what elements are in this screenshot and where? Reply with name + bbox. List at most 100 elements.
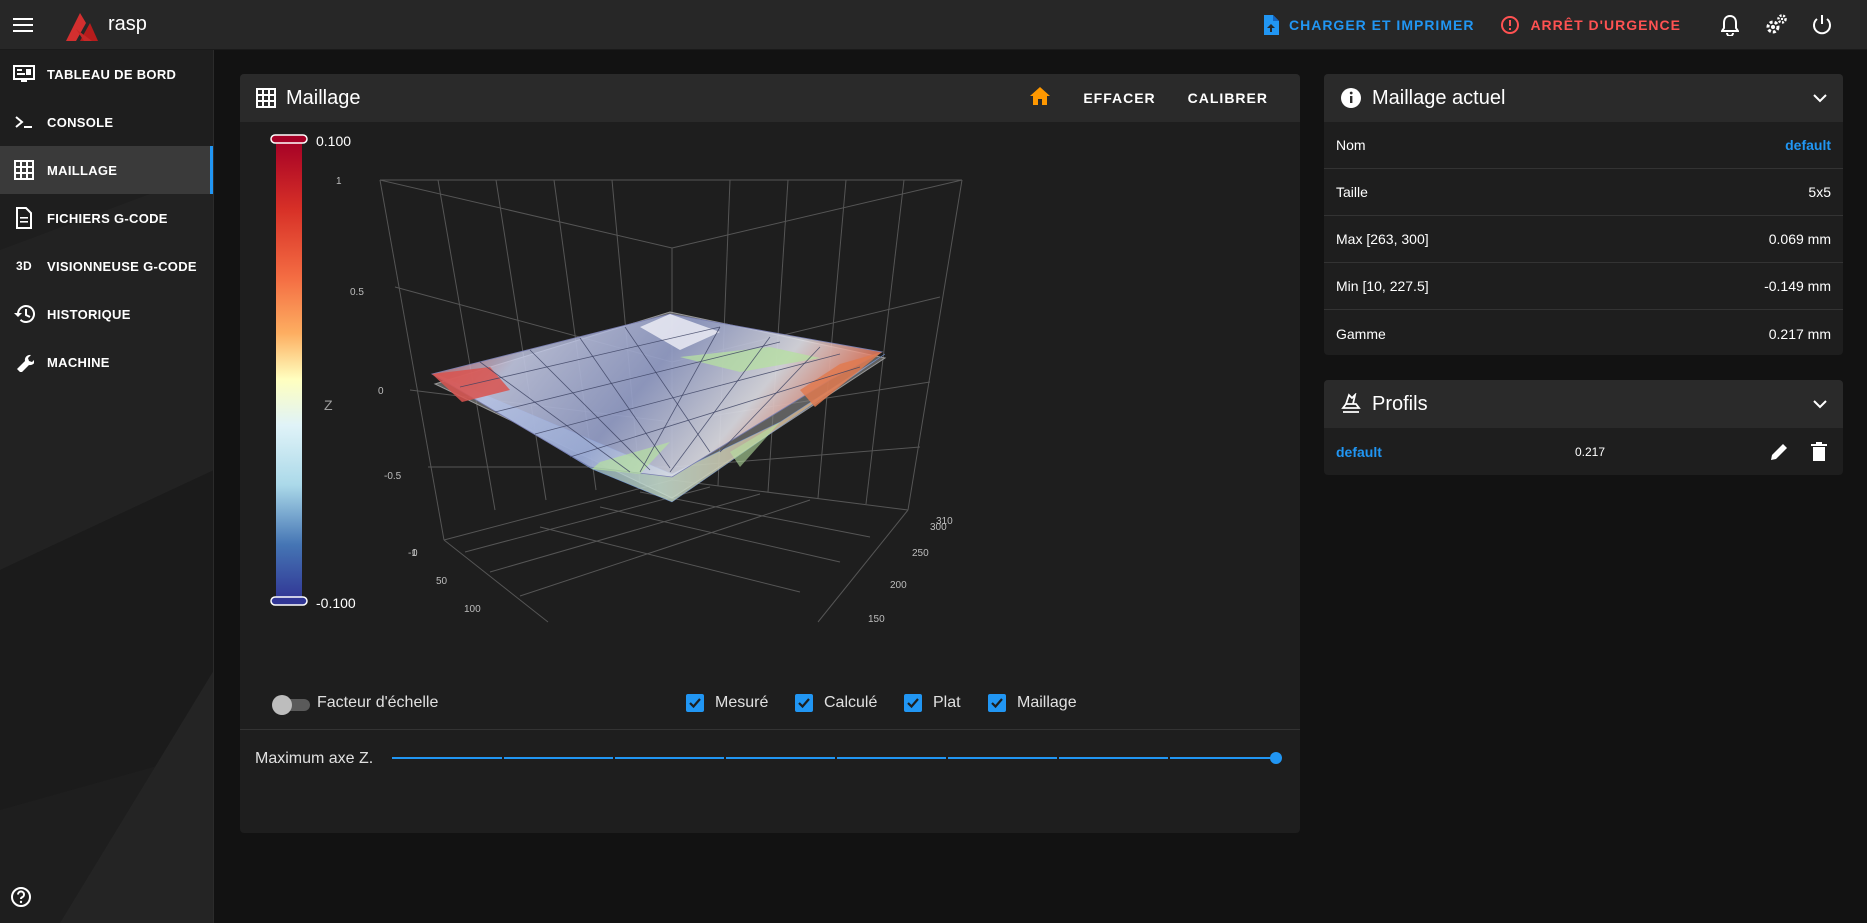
profile-row: default 0.217 — [1324, 428, 1843, 475]
checkbox-flat[interactable]: Plat — [904, 694, 961, 712]
layers-stack-icon — [1341, 393, 1361, 413]
menu-icon[interactable] — [0, 0, 46, 50]
app-title: rasp — [108, 13, 147, 35]
colorbar — [276, 140, 302, 600]
info-value: 5x5 — [1808, 184, 1831, 200]
x-tick-label: 0 — [412, 548, 418, 559]
info-icon — [1341, 88, 1361, 108]
grid-icon — [256, 88, 276, 108]
checkbox-label: Maillage — [1017, 694, 1077, 711]
current-mesh-title: Maillage actuel — [1372, 86, 1506, 109]
profile-name-link[interactable]: default — [1336, 444, 1382, 460]
check-icon — [904, 694, 922, 712]
profiles-title: Profils — [1372, 392, 1428, 415]
chevron-down-icon[interactable] — [1813, 399, 1827, 409]
info-label: Max [263, 300] — [1336, 231, 1429, 247]
y-tick-label: 150 — [868, 614, 885, 625]
info-label: Min [10, 227.5] — [1336, 278, 1429, 294]
z-tick-label: 0 — [378, 386, 384, 397]
power-icon[interactable] — [1799, 0, 1845, 50]
info-row-max: Max [263, 300] 0.069 mm — [1324, 216, 1843, 263]
mesh-panel: Maillage EFFACER CALIBRER 0.100 -0.100 1… — [240, 74, 1300, 833]
slider-thumb[interactable] — [1270, 752, 1282, 764]
sidebar-item-mesh[interactable]: MAILLAGE — [0, 146, 213, 194]
mesh-options-bar: Facteur d'échelle Mesuré Calculé Plat Ma… — [240, 679, 1300, 729]
calibrate-button[interactable]: CALIBRER — [1172, 90, 1284, 106]
sidebar-item-console[interactable]: CONSOLE — [0, 98, 213, 146]
y-tick-label: 250 — [912, 548, 929, 559]
sidebar-item-label: CONSOLE — [47, 114, 114, 130]
z-tick-label: 1 — [336, 176, 342, 187]
chevron-down-icon[interactable] — [1813, 93, 1827, 103]
sidebar-item-dashboard[interactable]: TABLEAU DE BORD — [0, 50, 213, 98]
y-tick-label: 200 — [890, 580, 907, 591]
trash-icon[interactable] — [1811, 441, 1827, 462]
sidebar-item-history[interactable]: HISTORIQUE — [0, 290, 213, 338]
profile-range: 0.217 — [1575, 444, 1606, 459]
sidebar-item-label: TABLEAU DE BORD — [47, 66, 177, 82]
console-icon — [12, 110, 36, 134]
z-max-slider[interactable] — [390, 746, 1290, 770]
wrench-icon — [12, 350, 36, 374]
z-axis-label: Z — [324, 397, 333, 413]
info-row-min: Min [10, 227.5] -0.149 mm — [1324, 263, 1843, 310]
checkbox-mesh[interactable]: Maillage — [988, 694, 1077, 712]
checkbox-label: Mesuré — [715, 694, 769, 711]
file-upload-icon — [1263, 14, 1279, 35]
scale-factor-label: Facteur d'échelle — [317, 694, 439, 711]
bell-icon[interactable] — [1707, 0, 1753, 50]
current-mesh-header[interactable]: Maillage actuel — [1324, 74, 1843, 122]
sidebar-item-gcode-viewer[interactable]: 3D VISIONNEUSE G-CODE — [0, 242, 213, 290]
check-icon — [988, 694, 1006, 712]
sidebar-item-label: VISIONNEUSE G-CODE — [47, 258, 197, 274]
upload-print-button[interactable]: CHARGER ET IMPRIMER — [1263, 14, 1474, 35]
emergency-stop-button[interactable]: ARRÊT D'URGENCE — [1500, 15, 1681, 35]
colorbar-min-handle[interactable] — [270, 596, 308, 606]
info-row-name: Nom default — [1324, 122, 1843, 169]
checkbox-measured[interactable]: Mesuré — [686, 694, 768, 712]
3d-icon: 3D — [16, 259, 32, 273]
check-icon — [795, 694, 813, 712]
profiles-panel: Profils default 0.217 — [1324, 380, 1843, 475]
alert-circle-icon — [1501, 15, 1520, 34]
current-mesh-panel: Maillage actuel Nom default Taille 5x5 M… — [1324, 74, 1843, 355]
info-label: Taille — [1336, 184, 1368, 200]
file-document-icon — [12, 206, 36, 230]
sidebar-item-label: MACHINE — [47, 354, 110, 370]
home-button[interactable] — [1013, 86, 1067, 111]
z-tick-label: -0.5 — [384, 471, 402, 482]
y-tick-label: 310 — [936, 516, 953, 527]
z-max-slider-row: Maximum axe Z. — [240, 730, 1300, 785]
cogs-icon[interactable] — [1753, 0, 1799, 50]
clear-button[interactable]: EFFACER — [1067, 90, 1171, 106]
home-icon — [1030, 86, 1051, 105]
scale-factor-switch[interactable] — [272, 695, 310, 715]
info-value: -0.149 mm — [1764, 278, 1831, 294]
sidebar: TABLEAU DE BORD CONSOLE MAILLAGE FICHIER… — [0, 50, 214, 923]
sidebar-item-machine[interactable]: MACHINE — [0, 338, 213, 386]
sidebar-item-label: FICHIERS G-CODE — [47, 210, 168, 226]
sidebar-item-gcode-files[interactable]: FICHIERS G-CODE — [0, 194, 213, 242]
check-icon — [686, 694, 704, 712]
info-label: Gamme — [1336, 325, 1386, 342]
x-tick-label: 50 — [436, 576, 448, 587]
history-icon — [12, 302, 36, 326]
info-label: Nom — [1336, 137, 1366, 153]
info-row-size: Taille 5x5 — [1324, 169, 1843, 216]
mesh-3d-chart[interactable]: 0.100 -0.100 1 0.5 0 -0.5 -1 0 50 100 15… — [240, 122, 1300, 727]
pencil-icon[interactable] — [1769, 442, 1789, 462]
sidebar-item-label: MAILLAGE — [47, 162, 118, 178]
mesh-name-link[interactable]: default — [1785, 137, 1831, 153]
info-value: 0.069 mm — [1768, 231, 1831, 247]
checkbox-label: Calculé — [824, 694, 878, 711]
profiles-header[interactable]: Profils — [1324, 380, 1843, 428]
help-icon[interactable] — [10, 886, 32, 913]
checkbox-calculated[interactable]: Calculé — [795, 694, 877, 712]
colorbar-max-handle[interactable] — [270, 134, 308, 144]
emergency-stop-label: ARRÊT D'URGENCE — [1530, 16, 1681, 33]
logo-icon — [66, 12, 98, 41]
mesh-surface — [430, 311, 887, 503]
info-value: 0.217 mm — [1768, 325, 1831, 342]
colorbar-min-label: -0.100 — [316, 595, 356, 611]
monitor-dashboard-icon — [12, 62, 36, 86]
